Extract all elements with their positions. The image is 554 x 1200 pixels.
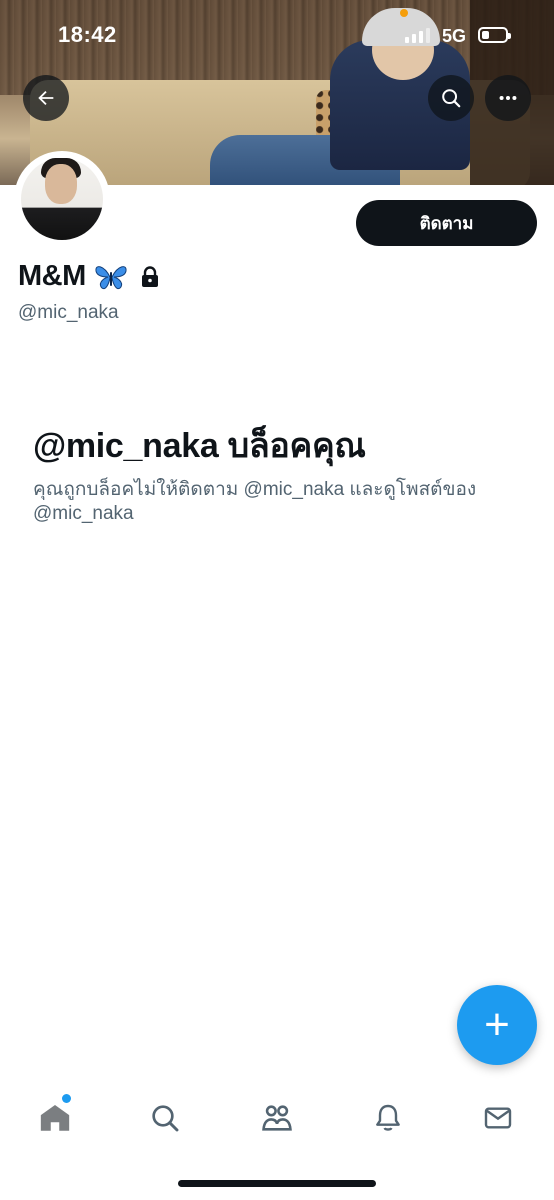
blocked-title: @mic_naka บล็อคคุณ — [33, 427, 366, 465]
arrow-left-icon — [38, 90, 54, 106]
tab-home[interactable] — [35, 1098, 75, 1138]
lock-icon — [141, 265, 158, 287]
status-bar: 18:42 5G — [0, 0, 554, 70]
tab-notifications[interactable] — [368, 1098, 408, 1138]
compose-button[interactable]: + — [457, 985, 537, 1065]
blocked-description: คุณถูกบล็อคไม่ให้ติดตาม @mic_naka และดูโ… — [33, 479, 477, 524]
tab-search[interactable] — [145, 1098, 185, 1138]
profile-name-row: M&M — [18, 260, 160, 293]
more-horizontal-icon — [499, 95, 517, 101]
search-button[interactable] — [428, 75, 474, 121]
tab-communities[interactable] — [257, 1098, 297, 1138]
back-button[interactable] — [23, 75, 69, 121]
network-type: 5G — [442, 26, 467, 46]
home-indicator[interactable] — [178, 1180, 376, 1187]
home-unread-dot — [62, 1094, 71, 1103]
envelope-icon — [484, 1107, 512, 1129]
display-name: M&M — [18, 260, 86, 292]
search-icon — [152, 1105, 179, 1132]
butterfly-icon — [95, 265, 127, 289]
bottom-tab-bar — [0, 1090, 554, 1150]
communities-icon — [262, 1105, 292, 1131]
tab-messages[interactable] — [478, 1098, 518, 1138]
bell-icon — [376, 1104, 400, 1131]
profile-handle: @mic_naka — [18, 302, 119, 323]
home-icon — [40, 1104, 70, 1131]
avatar-face — [45, 164, 77, 204]
signal-icon — [405, 28, 430, 43]
more-options-button[interactable] — [485, 75, 531, 121]
status-time: 18:42 — [58, 22, 117, 47]
search-icon — [442, 89, 461, 108]
follow-button[interactable]: ติดตาม — [356, 200, 537, 246]
privacy-indicator-dot — [400, 9, 408, 17]
avatar[interactable] — [14, 151, 110, 247]
battery-icon — [478, 27, 511, 43]
